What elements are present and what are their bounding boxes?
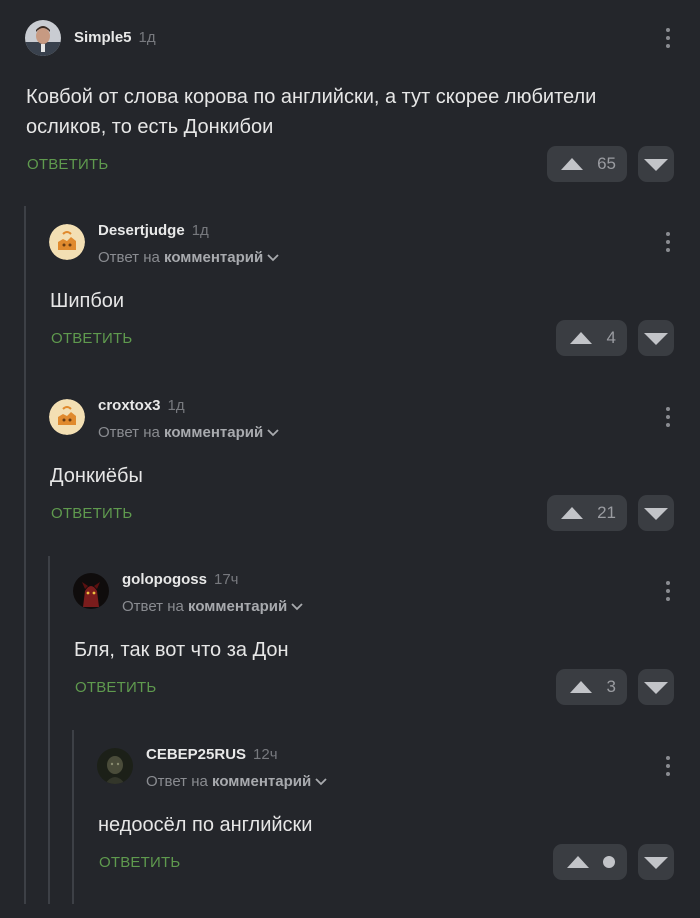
reply-prefix: Ответ на bbox=[146, 773, 208, 790]
username-text[interactable]: СЕВЕР25RUS bbox=[146, 746, 246, 763]
rating-count: 4 bbox=[606, 328, 616, 347]
username[interactable]: Desertjudge 1д bbox=[98, 222, 209, 239]
reply-button[interactable]: ОТВЕТИТЬ bbox=[51, 330, 132, 347]
avatar[interactable] bbox=[49, 399, 85, 435]
reply-button[interactable]: ОТВЕТИТЬ bbox=[51, 505, 132, 522]
downvote-button[interactable] bbox=[638, 495, 674, 531]
reply-prefix: Ответ на bbox=[98, 424, 160, 441]
reply-to-link[interactable]: Ответ на комментарий bbox=[146, 773, 327, 790]
reply-prefix: Ответ на bbox=[122, 598, 184, 615]
reply-button[interactable]: ОТВЕТИТЬ bbox=[75, 679, 156, 696]
thread-line bbox=[72, 730, 74, 904]
comment-text: Ковбой от слова корова по английски, а т… bbox=[26, 86, 597, 138]
avatar[interactable] bbox=[25, 20, 61, 56]
arrow-up-icon bbox=[570, 681, 592, 693]
chevron-down-icon[interactable] bbox=[267, 429, 279, 437]
arrow-down-icon bbox=[644, 508, 668, 520]
kebab-menu-icon[interactable] bbox=[665, 407, 671, 429]
reply-button[interactable]: ОТВЕТИТЬ bbox=[27, 156, 108, 173]
chevron-down-icon[interactable] bbox=[291, 603, 303, 611]
chevron-down-icon[interactable] bbox=[267, 254, 279, 262]
upvote-button[interactable]: 3 bbox=[556, 669, 627, 705]
username[interactable]: golopogoss 17ч bbox=[122, 571, 239, 588]
chevron-down-icon[interactable] bbox=[315, 778, 327, 786]
comment-time: 12ч bbox=[253, 746, 278, 763]
reply-to-link[interactable]: Ответ на комментарий bbox=[98, 424, 279, 441]
upvote-button[interactable]: 65 bbox=[547, 146, 627, 182]
comment-time: 1д bbox=[138, 29, 156, 46]
username[interactable]: СЕВЕР25RUS 12ч bbox=[146, 746, 278, 763]
arrow-up-icon bbox=[567, 856, 589, 868]
arrow-down-icon bbox=[644, 333, 668, 345]
downvote-button[interactable] bbox=[638, 146, 674, 182]
downvote-button[interactable] bbox=[638, 320, 674, 356]
avatar[interactable] bbox=[49, 224, 85, 260]
reply-target[interactable]: комментарий bbox=[212, 773, 311, 790]
comment-text: недоосёл по английски bbox=[98, 814, 313, 836]
rating-count: 3 bbox=[606, 677, 616, 696]
rating-hidden-dot bbox=[603, 856, 615, 868]
avatar[interactable] bbox=[97, 748, 133, 784]
arrow-down-icon bbox=[644, 857, 668, 869]
reply-prefix: Ответ на bbox=[98, 249, 160, 266]
comment-text: Шипбои bbox=[50, 290, 125, 312]
downvote-button[interactable] bbox=[638, 844, 674, 880]
reply-to-link[interactable]: Ответ на комментарий bbox=[98, 249, 279, 266]
username-text[interactable]: Simple5 bbox=[74, 29, 132, 46]
username[interactable]: croxtox3 1д bbox=[98, 397, 185, 414]
rating-count: 21 bbox=[597, 503, 616, 522]
username-text[interactable]: golopogoss bbox=[122, 571, 207, 588]
upvote-button[interactable]: 21 bbox=[547, 495, 627, 531]
comment-time: 17ч bbox=[214, 571, 239, 588]
thread-line bbox=[48, 556, 50, 904]
arrow-down-icon bbox=[644, 159, 668, 171]
rating-count: 65 bbox=[597, 154, 616, 173]
kebab-menu-icon[interactable] bbox=[665, 232, 671, 254]
comment-text: Бля, так вот что за Дон bbox=[74, 639, 289, 661]
username[interactable]: Simple5 1д bbox=[74, 29, 156, 46]
arrow-up-icon bbox=[561, 507, 583, 519]
avatar[interactable] bbox=[73, 573, 109, 609]
avatar-placeholder-icon bbox=[49, 224, 85, 260]
arrow-up-icon bbox=[561, 158, 583, 170]
comment-time: 1д bbox=[167, 397, 185, 414]
arrow-up-icon bbox=[570, 332, 592, 344]
reply-to-link[interactable]: Ответ на комментарий bbox=[122, 598, 303, 615]
reply-target[interactable]: комментарий bbox=[188, 598, 287, 615]
thread-line bbox=[24, 206, 26, 904]
reply-target[interactable]: комментарий bbox=[164, 249, 263, 266]
kebab-menu-icon[interactable] bbox=[665, 756, 671, 778]
username-text[interactable]: Desertjudge bbox=[98, 222, 185, 239]
downvote-button[interactable] bbox=[638, 669, 674, 705]
arrow-down-icon bbox=[644, 682, 668, 694]
reply-target[interactable]: комментарий bbox=[164, 424, 263, 441]
comment-text: Донкиёбы bbox=[50, 465, 143, 487]
kebab-menu-icon[interactable] bbox=[665, 581, 671, 603]
upvote-button[interactable]: 4 bbox=[556, 320, 627, 356]
username-text[interactable]: croxtox3 bbox=[98, 397, 161, 414]
reply-button[interactable]: ОТВЕТИТЬ bbox=[99, 854, 180, 871]
avatar-placeholder-icon bbox=[49, 399, 85, 435]
kebab-menu-icon[interactable] bbox=[665, 28, 671, 50]
upvote-button[interactable] bbox=[553, 844, 627, 880]
comment-time: 1д bbox=[191, 222, 209, 239]
